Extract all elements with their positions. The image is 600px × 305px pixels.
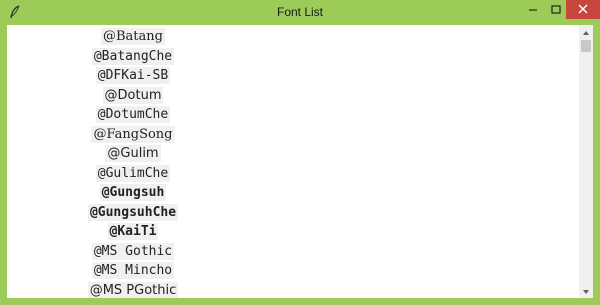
font-item-label: @Dotum	[102, 86, 164, 104]
font-item-gulim[interactable]: @Gulim	[7, 144, 259, 164]
font-item-label: @Batang	[101, 28, 165, 45]
scroll-up-button[interactable]	[579, 25, 593, 39]
chevron-down-icon	[583, 290, 589, 294]
font-list: @Batang @BatangChe @DFKai-SB @Dotum @Dot…	[7, 27, 259, 298]
font-item-gulimche[interactable]: @GulimChe	[7, 164, 259, 184]
font-list-area: @Batang @BatangChe @DFKai-SB @Dotum @Dot…	[7, 25, 593, 298]
font-item-label: @GulimChe	[95, 164, 171, 182]
font-item-dfkai-sb[interactable]: @DFKai-SB	[7, 66, 259, 86]
scroll-thumb[interactable]	[581, 40, 591, 52]
font-item-dotumche[interactable]: @DotumChe	[7, 105, 259, 125]
font-item-label: @Gulim	[105, 145, 161, 162]
maximize-icon	[551, 5, 561, 14]
font-item-label: @MS Mincho	[91, 262, 175, 279]
font-item-dotum[interactable]: @Dotum	[7, 86, 259, 106]
close-button[interactable]	[566, 0, 600, 19]
font-item-label: @Gungsuh	[99, 184, 167, 201]
font-item-label: @MS Gothic	[91, 242, 175, 260]
font-item-label: @MS PGothic	[87, 281, 179, 298]
font-item-ms-gothic[interactable]: @MS Gothic	[7, 242, 259, 262]
font-item-ms-pgothic[interactable]: @MS PGothic	[7, 281, 259, 298]
font-item-label: @FangSong	[91, 125, 175, 143]
font-item-label: @GungsuhChe	[87, 203, 179, 221]
font-item-batang[interactable]: @Batang	[7, 27, 259, 47]
title-bar[interactable]: Font List	[0, 0, 600, 25]
font-item-gungsuh[interactable]: @Gungsuh	[7, 183, 259, 203]
close-icon	[578, 4, 588, 14]
font-item-gungsuhche[interactable]: @GungsuhChe	[7, 203, 259, 223]
font-item-label: @BatangChe	[91, 47, 175, 65]
font-list-window: Font List @Batang @BatangChe @DFKai-SB @…	[0, 0, 600, 305]
font-item-label: @KaiTi	[107, 223, 159, 240]
vertical-scrollbar[interactable]	[579, 25, 593, 298]
minimize-icon	[529, 9, 537, 11]
scroll-down-button[interactable]	[579, 284, 593, 298]
font-item-label: @DotumChe	[95, 106, 171, 123]
font-item-label: @DFKai-SB	[95, 67, 171, 84]
chevron-up-icon	[583, 31, 589, 35]
window-title: Font List	[276, 5, 324, 19]
font-item-ms-mincho[interactable]: @MS Mincho	[7, 261, 259, 281]
font-item-kaiti[interactable]: @KaiTi	[7, 222, 259, 242]
minimize-button[interactable]	[520, 0, 546, 21]
font-item-fangsong[interactable]: @FangSong	[7, 125, 259, 145]
font-item-batangche[interactable]: @BatangChe	[7, 47, 259, 67]
